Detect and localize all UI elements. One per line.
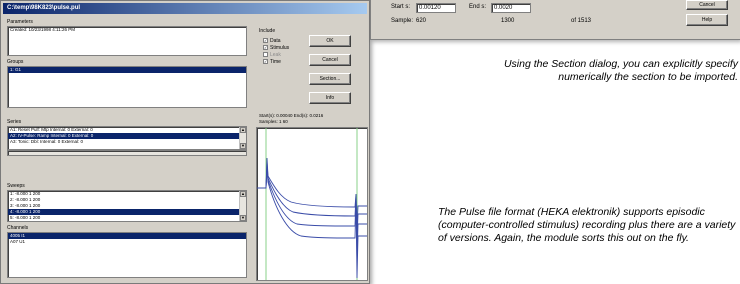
- series-hscrollbar[interactable]: [7, 150, 247, 156]
- section-end-label: End s:: [469, 4, 487, 10]
- channels-label: Channels: [7, 225, 29, 231]
- section-samples-label: Sample:: [391, 18, 414, 24]
- section-samples-value: 620: [416, 18, 427, 24]
- include-stimulus-checkbox[interactable]: ✓ Stimulus: [263, 44, 289, 51]
- info-button[interactable]: Info: [309, 92, 351, 104]
- ok-button[interactable]: OK: [309, 35, 351, 47]
- section-of-text: of 1513: [571, 18, 592, 24]
- current-traces: [257, 157, 367, 279]
- scroll-down-icon[interactable]: ▼: [240, 143, 246, 149]
- group-item[interactable]: 1: G1: [8, 67, 246, 73]
- groups-label: Groups: [7, 59, 24, 65]
- section-mid-value: 1300: [501, 18, 515, 24]
- series-item[interactable]: A3: Tonic: Dbl: Internal: 0 External: 0: [8, 139, 246, 145]
- series-label: Series: [7, 119, 22, 125]
- parameters-label: Parameters: [7, 19, 33, 25]
- series-list[interactable]: A1: Reset Pulf: Mtp Internal: 0 External…: [7, 126, 247, 150]
- sweeps-scrollbar[interactable]: ▲ ▼: [239, 191, 246, 221]
- scroll-up-icon[interactable]: ▲: [240, 127, 246, 133]
- section-button[interactable]: Section...: [309, 73, 351, 85]
- trace-preview[interactable]: [256, 127, 368, 281]
- include-label: Include: [259, 28, 276, 34]
- trace-plot: [257, 128, 367, 280]
- empty-checkbox-icon: [263, 52, 268, 57]
- scroll-up-icon[interactable]: ▲: [240, 191, 246, 197]
- import-dialog: C:\temp\98K823\pulse.pul Parameters Crea…: [0, 0, 370, 284]
- section-end-field[interactable]: 0.0020: [491, 3, 531, 13]
- checkmark-icon: ✓: [263, 38, 268, 43]
- channel-item[interactable]: A07 U1: [8, 239, 246, 245]
- series-scrollbar[interactable]: ▲ ▼: [239, 127, 246, 149]
- section-cancel-button[interactable]: Cancel: [686, 0, 728, 10]
- sweeps-label: Sweeps: [7, 183, 25, 189]
- window-title: C:\temp\98K823\pulse.pul: [3, 3, 367, 14]
- section-start-label: Start s:: [391, 4, 411, 10]
- section-help-button[interactable]: Help: [686, 14, 728, 26]
- pulse-caption: The Pulse file format (HEKA elektronik) …: [438, 206, 736, 244]
- section-caption: Using the Section dialog, you can explic…: [503, 58, 738, 83]
- channels-list[interactable]: 4005 I1 A07 U1: [7, 232, 247, 278]
- samples-text: Samples: 1 60: [259, 119, 288, 124]
- groups-list[interactable]: 1: G1: [7, 66, 247, 108]
- include-data-checkbox[interactable]: ✓ Data: [263, 37, 289, 44]
- start-end-text: Start(s): 0.00040 End(s): 0.0216: [259, 113, 324, 118]
- include-leak-checkbox: Leak: [263, 51, 289, 58]
- parameters-text: Created: 10/23/1998 4:11:26 PM: [10, 27, 75, 32]
- scroll-down-icon[interactable]: ▼: [240, 215, 246, 221]
- checkmark-icon: ✓: [263, 45, 268, 50]
- section-dialog: Start s: 0.00120 End s: 0.0020 Sample: 6…: [370, 0, 740, 40]
- parameters-box[interactable]: Created: 10/23/1998 4:11:26 PM: [7, 26, 247, 56]
- include-options: ✓ Data ✓ Stimulus Leak ✓ Time: [263, 37, 289, 65]
- sweeps-list[interactable]: 1: -8.000 1 200 2: -8.000 1 200 3: -8.00…: [7, 190, 247, 222]
- include-time-checkbox[interactable]: ✓ Time: [263, 58, 289, 65]
- checkmark-icon: ✓: [263, 59, 268, 64]
- section-start-field[interactable]: 0.00120: [416, 3, 456, 13]
- cancel-button[interactable]: Cancel: [309, 54, 351, 66]
- sweep-item[interactable]: 5: -8.000 1 200: [8, 215, 246, 221]
